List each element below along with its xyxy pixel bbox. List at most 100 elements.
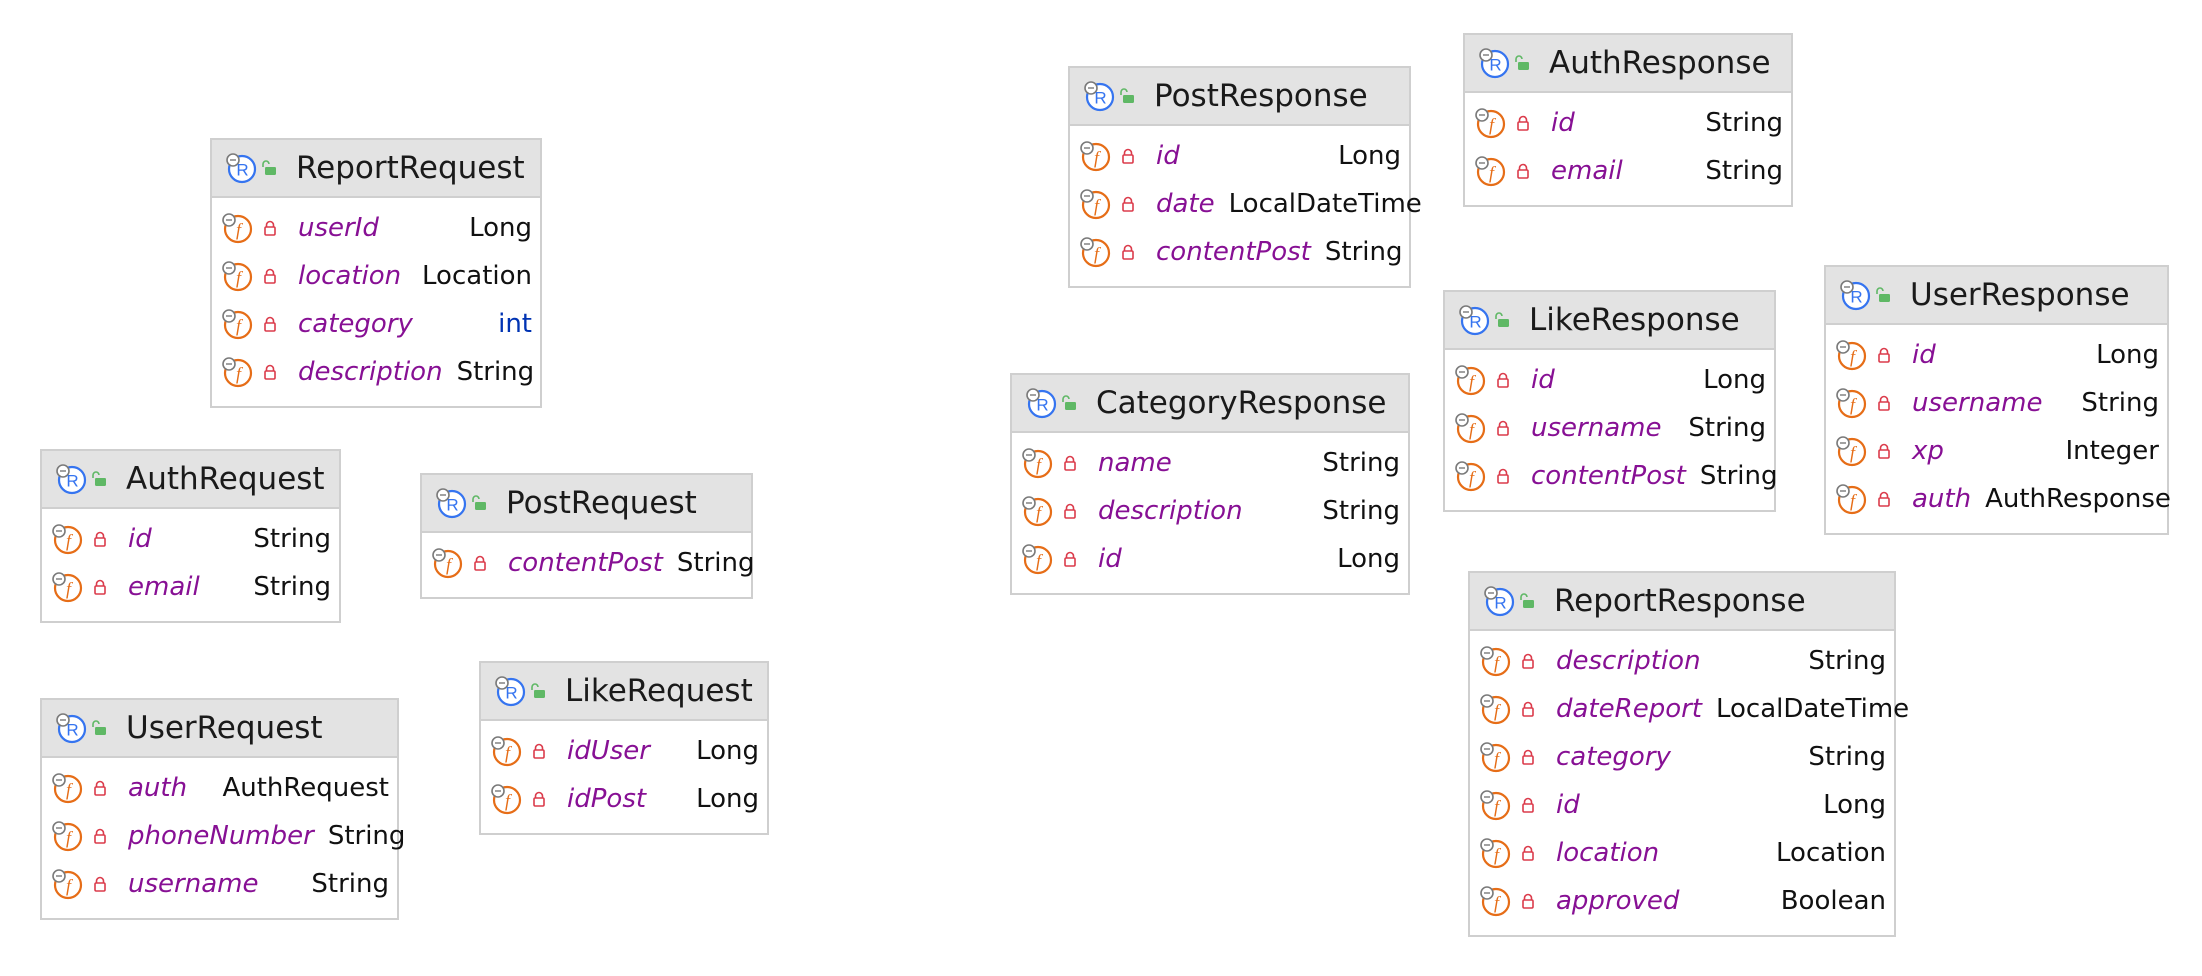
class-like-request[interactable]: R LikeRequest f idUser Long f idPost Long <box>479 661 769 835</box>
field-row[interactable]: f contentPost String <box>422 539 754 587</box>
field-list: f auth AuthRequest f phoneNumber String f usern… <box>42 758 405 918</box>
class-post-response[interactable]: R PostResponse f id Long f date LocalDateTime f c… <box>1068 66 1422 288</box>
field-row[interactable]: f id Long <box>1070 132 1409 180</box>
field-type: LocalDateTime <box>1228 189 1422 219</box>
field-type: AuthResponse <box>1985 484 2171 514</box>
class-header[interactable]: R PostResponse <box>1070 68 1409 126</box>
record-icon: R <box>1457 303 1491 337</box>
field-icon: f <box>1020 494 1054 528</box>
field-type: Long <box>696 784 759 814</box>
class-auth-request[interactable]: R AuthRequest f id String f email String <box>40 449 341 623</box>
lock-icon <box>1520 701 1536 717</box>
field-row[interactable]: f idUser Long <box>481 727 767 775</box>
field-row[interactable]: f description String <box>212 348 540 396</box>
field-row[interactable]: f id String <box>1465 99 1791 147</box>
field-row[interactable]: f approved Boolean <box>1470 877 1894 925</box>
field-name: xp <box>1912 436 1944 466</box>
field-icon: f <box>1478 692 1512 726</box>
lock-icon <box>1520 749 1536 765</box>
field-name: contentPost <box>1156 237 1311 267</box>
field-row[interactable]: f date LocalDateTime <box>1070 180 1422 228</box>
field-row[interactable]: f location Location <box>1470 829 1894 877</box>
field-row[interactable]: f id Long <box>1826 331 2167 379</box>
field-row[interactable]: f description String <box>1012 487 1408 535</box>
lock-icon <box>1520 797 1536 813</box>
field-row[interactable]: f id String <box>42 515 339 563</box>
lock-icon <box>262 220 278 236</box>
field-icon: f <box>1473 106 1507 140</box>
field-type: String <box>1705 156 1783 186</box>
class-header[interactable]: R UserResponse <box>1826 267 2167 325</box>
class-post-request[interactable]: R PostRequest f contentPost String <box>420 473 754 599</box>
field-row[interactable]: f category int <box>212 300 540 348</box>
class-report-request[interactable]: R ReportRequest f userId Long f location Locati… <box>210 138 542 408</box>
field-row[interactable]: f id Long <box>1445 356 1774 404</box>
field-type: Location <box>1776 838 1886 868</box>
svg-text:R: R <box>1036 396 1048 415</box>
class-header[interactable]: R PostRequest <box>422 475 751 533</box>
lock-icon <box>1520 845 1536 861</box>
lock-icon <box>1515 163 1531 179</box>
field-icon: f <box>220 259 254 293</box>
class-header[interactable]: R CategoryResponse <box>1012 375 1408 433</box>
field-row[interactable]: f id Long <box>1012 535 1408 583</box>
field-name: id <box>1098 544 1122 574</box>
class-auth-response[interactable]: R AuthResponse f id String f email String <box>1463 33 1793 207</box>
lock-icon <box>531 743 547 759</box>
field-row[interactable]: f email String <box>1465 147 1791 195</box>
field-row[interactable]: f category String <box>1470 733 1894 781</box>
class-name: UserResponse <box>1910 277 2130 313</box>
field-row[interactable]: f username String <box>1826 379 2167 427</box>
field-name: idPost <box>567 784 647 814</box>
field-row[interactable]: f username String <box>1445 404 1774 452</box>
lock-icon <box>262 268 278 284</box>
field-row[interactable]: f description String <box>1470 637 1894 685</box>
field-row[interactable]: f xp Integer <box>1826 427 2167 475</box>
field-type: Integer <box>2065 436 2159 466</box>
lock-icon <box>1876 395 1892 411</box>
class-header[interactable]: R UserRequest <box>42 700 397 758</box>
record-icon: R <box>493 674 527 708</box>
lock-icon <box>1495 420 1511 436</box>
field-row[interactable]: f idPost Long <box>481 775 767 823</box>
class-user-response[interactable]: R UserResponse f id Long f username String f xp In… <box>1824 265 2171 535</box>
field-name: auth <box>1912 484 1972 514</box>
lock-icon <box>1120 244 1136 260</box>
class-user-request[interactable]: R UserRequest f auth AuthRequest f phoneNumber… <box>40 698 405 920</box>
field-icon: f <box>1453 411 1487 445</box>
field-row[interactable]: f dateReport LocalDateTime <box>1470 685 1909 733</box>
lock-icon <box>1520 893 1536 909</box>
class-header[interactable]: R AuthResponse <box>1465 35 1791 93</box>
class-header[interactable]: R LikeRequest <box>481 663 767 721</box>
field-row[interactable]: f auth AuthRequest <box>42 764 397 812</box>
field-type: Long <box>469 213 532 243</box>
field-row[interactable]: f userId Long <box>212 204 540 252</box>
class-header[interactable]: R AuthRequest <box>42 451 339 509</box>
lock-icon <box>1515 115 1531 131</box>
field-icon: f <box>1478 836 1512 870</box>
class-header[interactable]: R LikeResponse <box>1445 292 1774 350</box>
class-header[interactable]: R ReportResponse <box>1470 573 1894 631</box>
lock-icon <box>472 555 488 571</box>
class-report-response[interactable]: R ReportResponse f description String f dateRe… <box>1468 571 1909 937</box>
field-icon: f <box>1020 542 1054 576</box>
field-row[interactable]: f email String <box>42 563 339 611</box>
field-row[interactable]: f location Location <box>212 252 540 300</box>
field-row[interactable]: f name String <box>1012 439 1408 487</box>
svg-text:R: R <box>66 472 78 491</box>
field-row[interactable]: f phoneNumber String <box>42 812 405 860</box>
field-name: id <box>1912 340 1936 370</box>
field-row[interactable]: f contentPost String <box>1070 228 1409 276</box>
field-row[interactable]: f auth AuthResponse <box>1826 475 2171 523</box>
field-list: f id Long f username String f contentPost String <box>1445 350 1777 510</box>
field-row[interactable]: f id Long <box>1470 781 1894 829</box>
field-type: String <box>327 821 406 851</box>
class-like-response[interactable]: R LikeResponse f id Long f username String f cont… <box>1443 290 1777 512</box>
class-header[interactable]: R ReportRequest <box>212 140 540 198</box>
field-row[interactable]: f contentPost String <box>1445 452 1777 500</box>
class-category-response[interactable]: R CategoryResponse f name String f description… <box>1010 373 1410 595</box>
field-row[interactable]: f username String <box>42 860 397 908</box>
open-lock-icon <box>529 682 547 700</box>
field-icon: f <box>1834 386 1868 420</box>
class-name: LikeRequest <box>565 673 753 709</box>
